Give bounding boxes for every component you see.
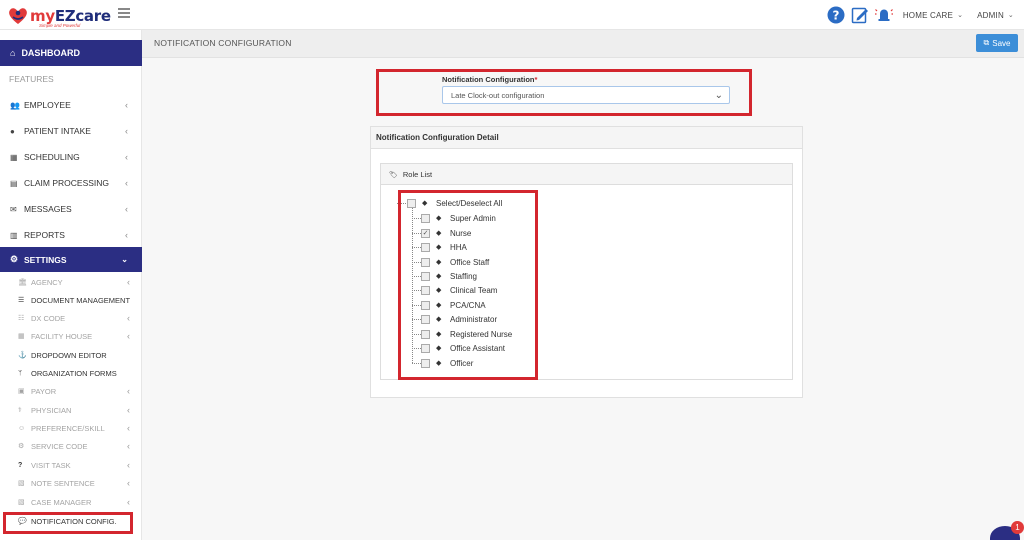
bar-chart-icon: ▥ [10,230,18,240]
save-button[interactable]: ⧉ Save [976,34,1018,52]
edit-note-icon[interactable] [851,6,869,24]
sidebar-item-messages[interactable]: ✉ MESSAGES ‹ [0,196,142,222]
save-icon: ⧉ [983,38,990,47]
chevron-left-icon: ‹ [127,405,130,415]
file-icon: ▧ [18,480,25,487]
home-icon: ⌂ [10,48,16,58]
chevron-left-icon: ‹ [127,460,130,470]
brand-tagline: Simple and Powerful [39,23,81,28]
highlight-box-notification-config [3,512,133,534]
heart-logo-icon [9,8,27,24]
gear-icon: ⚙ [10,254,19,264]
chevron-left-icon: ‹ [127,423,130,433]
building-icon: ▦ [18,333,25,340]
notification-config-select[interactable]: Late Clock-out configuration ⌄ [442,86,730,104]
help-icon[interactable]: ? [827,6,845,24]
code-list-icon: ☷ [18,315,25,322]
svg-text:?: ? [832,9,839,23]
sidebar-item-employee[interactable]: 👥 EMPLOYEE ‹ [0,92,142,118]
calendar-icon: ▦ [10,152,18,162]
top-bar: myEZcare Simple and Powerful ? HOME CARE… [0,0,1024,30]
document-list-icon: ☰ [18,297,25,304]
chevron-down-icon: ⌄ [1007,12,1014,19]
sidebar-subitem-dropdown-editor[interactable]: ⚓ DROPDOWN EDITOR [0,346,142,364]
money-icon: ▣ [18,388,25,395]
sidebar-item-reports[interactable]: ▥ REPORTS ‹ [0,222,142,248]
chevron-left-icon: ‹ [127,386,130,396]
chevron-left-icon: ‹ [125,100,128,110]
sidebar-subitem-preference-skill[interactable]: ☺ PREFERENCE/SKILL ‹ [0,419,142,437]
sidebar-subitem-physician[interactable]: ⚕ PHYSICIAN ‹ [0,401,142,419]
alarm-bell-icon[interactable] [874,6,893,24]
sidebar-subitem-visit-task[interactable]: ? VISIT TASK ‹ [0,456,142,474]
page-title: NOTIFICATION CONFIGURATION [154,38,292,48]
chevron-left-icon: ‹ [127,277,130,287]
chevron-down-icon: ⌄ [714,90,723,101]
cog-icon: ⚙ [18,443,25,450]
stethoscope-icon: ⚕ [18,407,22,414]
user-icon: ● [10,126,15,136]
chevron-left-icon: ‹ [125,152,128,162]
branch-icon: ᛘ [18,369,23,377]
sidebar-item-settings[interactable]: ⚙ SETTINGS ⌄ [0,247,142,272]
page-header: NOTIFICATION CONFIGURATION ⧉ Save [142,30,1024,58]
sidebar-subitem-service-code[interactable]: ⚙ SERVICE CODE ‹ [0,437,142,455]
smile-icon: ☺ [18,424,26,432]
sidebar-item-scheduling[interactable]: ▦ SCHEDULING ‹ [0,144,142,170]
sidebar-subitem-facility-house[interactable]: ▦ FACILITY HOUSE ‹ [0,327,142,345]
sidebar-item-dashboard[interactable]: ⌂ DASHBOARD [0,40,142,66]
file-icon: ▧ [18,499,25,506]
sidebar-subitem-dx-code[interactable]: ☷ DX CODE ‹ [0,309,142,327]
sidebar: ⌂ DASHBOARD FEATURES 👥 EMPLOYEE ‹ ● PATIENT… [0,30,142,540]
chevron-left-icon: ‹ [125,230,128,240]
user-dropdown[interactable]: ADMIN ⌄ [977,11,1014,20]
chevron-left-icon: ‹ [127,497,130,507]
config-detail-title: Notification Configuration Detail [371,127,802,149]
sidebar-subitem-note-sentence[interactable]: ▧ NOTE SENTENCE ‹ [0,474,142,492]
users-icon: 👥 [10,100,20,110]
question-icon: ? [18,461,23,469]
config-field-label: Notification Configuration* [442,75,538,84]
chevron-left-icon: ‹ [125,126,128,136]
chevron-down-icon: ⌄ [121,255,128,264]
menu-toggle-icon[interactable] [118,8,130,18]
envelope-icon: ✉ [10,204,17,214]
chevron-left-icon: ‹ [127,478,130,488]
document-icon: ▤ [10,178,18,188]
top-right-controls: ? HOME CARE ⌄ ADMIN ⌄ [827,0,1024,30]
chevron-left-icon: ‹ [127,313,130,323]
sidebar-subitem-document-management[interactable]: ☰ DOCUMENT MANAGEMENT [0,291,142,309]
sidebar-subitem-case-manager[interactable]: ▧ CASE MANAGER ‹ [0,493,142,511]
sidebar-subitem-agency[interactable]: 🏛 AGENCY ‹ [0,273,142,291]
sidebar-item-patient-intake[interactable]: ● PATIENT INTAKE ‹ [0,118,142,144]
features-heading: FEATURES [9,74,54,84]
sidebar-subitem-organization-forms[interactable]: ᛘ ORGANIZATION FORMS [0,364,142,382]
tags-icon: 🏷 [389,172,398,179]
chevron-left-icon: ‹ [127,331,130,341]
agency-dropdown[interactable]: HOME CARE ⌄ [903,11,963,20]
brand-logo[interactable]: myEZcare Simple and Powerful [7,5,111,28]
chevron-left-icon: ‹ [125,178,128,188]
chat-badge: 1 [1011,521,1024,534]
chevron-left-icon: ‹ [127,441,130,451]
highlight-box-role-tree [398,190,538,380]
role-list-header: 🏷 Role List [381,164,792,185]
anchor-icon: ⚓ [18,352,27,359]
chevron-left-icon: ‹ [125,204,128,214]
bank-icon: 🏛 [18,279,27,286]
sidebar-item-claim-processing[interactable]: ▤ CLAIM PROCESSING ‹ [0,170,142,196]
chevron-down-icon: ⌄ [957,12,964,19]
sidebar-subitem-payor[interactable]: ▣ PAYOR ‹ [0,382,142,400]
